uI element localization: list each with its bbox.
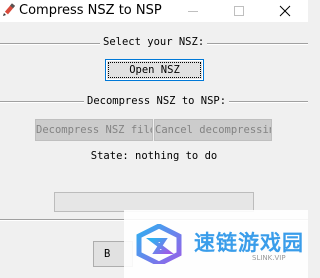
maximize-icon: [234, 6, 244, 16]
close-button[interactable]: [262, 0, 308, 22]
window-title: Compress NSZ to NSP: [19, 3, 162, 18]
bottom-button-label: B: [104, 248, 111, 260]
title-bar[interactable]: Compress NSZ to NSP: [0, 0, 308, 22]
decompress-nsz-button[interactable]: Decompress NSZ file: [35, 119, 153, 141]
decompress-nsz-label: Decompress NSZ file: [36, 124, 153, 136]
progress-bar: [54, 192, 254, 212]
decompress-section-label: Decompress NSZ to NSP:: [84, 95, 230, 108]
pencil-icon: [3, 3, 16, 16]
close-icon: [279, 5, 291, 17]
watermark-subtitle: SLINK.VIP: [252, 254, 286, 262]
watermark-title: 速链游戏园: [194, 231, 304, 255]
state-label: State: nothing to do: [90, 150, 218, 162]
open-nsz-button[interactable]: Open NSZ: [105, 59, 204, 81]
watermark-overlay: 速链游戏园 SLINK.VIP: [124, 210, 308, 278]
select-section-label: Select your NSZ:: [100, 36, 208, 49]
minimize-button[interactable]: [170, 0, 216, 22]
minimize-icon: [188, 11, 198, 12]
focus-ring: [108, 62, 201, 78]
cancel-decompressing-label: Cancel decompressing: [155, 124, 272, 136]
maximize-button[interactable]: [216, 0, 262, 22]
cancel-decompressing-button[interactable]: Cancel decompressing: [154, 119, 272, 141]
watermark-logo-icon: [136, 224, 182, 264]
